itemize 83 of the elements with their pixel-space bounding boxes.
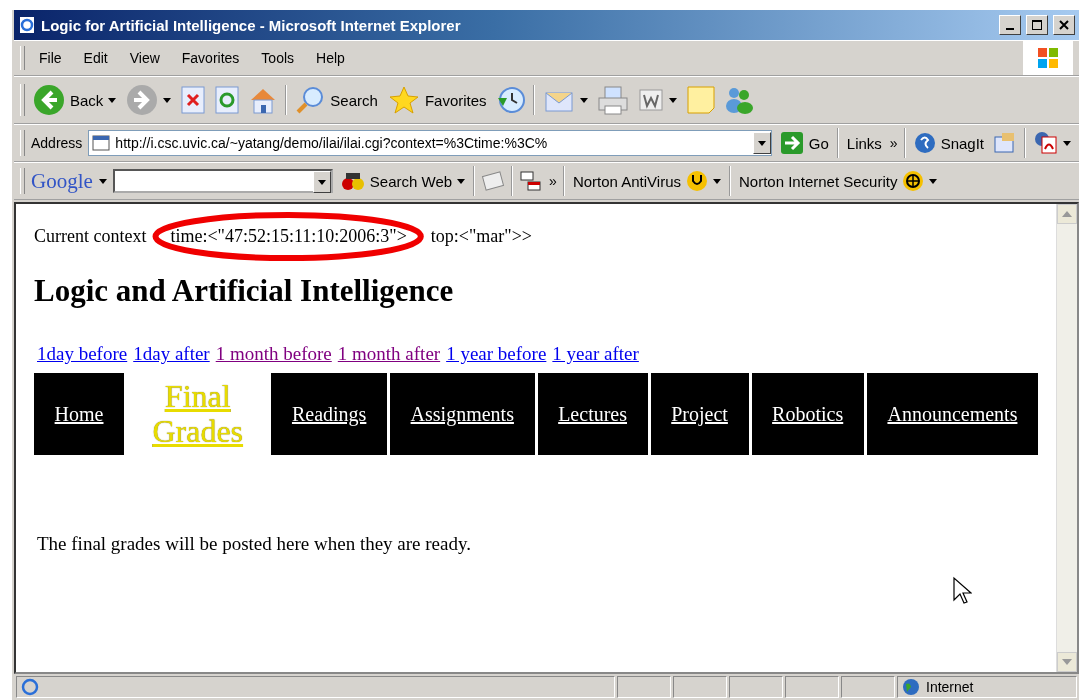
nav-tab[interactable]: Home [34,373,125,455]
message-text: The final grades will be posted here when they are ready. [37,533,472,555]
dropdown-button[interactable] [312,171,331,193]
globe-icon [902,678,920,696]
window-stack-icon[interactable] [519,170,544,192]
close-icon [1058,19,1070,31]
mouse-cursor-icon [952,576,972,606]
status-pane [841,676,895,698]
go-button[interactable]: Go [777,131,831,155]
window-title: Logic for Artificial Intelligence - Microsoft Internet Explorer [41,16,462,34]
stethoscope-icon [686,170,708,192]
status-pane [729,676,783,698]
date-link[interactable]: 1 month after [337,343,441,365]
search-web-button[interactable]: Search Web [338,170,468,192]
date-link[interactable]: 1day after [133,343,210,365]
minimize-button[interactable] [999,15,1021,35]
caret-icon[interactable] [579,97,588,103]
minimize-icon [1006,28,1014,30]
context-time-text: time:<"47:52:15:11:10:2006:3"> [170,226,407,246]
caret-icon [757,140,766,146]
refresh-icon[interactable] [213,85,242,115]
context-text: Current context [34,226,147,247]
nav-tab[interactable]: Readings [271,373,387,455]
links-button[interactable]: Links [844,134,884,152]
caret-icon[interactable] [108,97,117,103]
menu-item[interactable]: Favorites [173,48,248,68]
date-link[interactable]: 1day before [37,343,128,365]
dropdown-button[interactable] [752,132,771,154]
status-pane [673,676,727,698]
caret-icon[interactable] [457,178,466,184]
menu-item[interactable]: Help [308,48,353,68]
page-heading: Logic and Artificial Intelligence [34,273,455,309]
star-icon [387,85,420,115]
internet-security-button[interactable]: Norton Internet Security [737,170,940,192]
globe-icon [902,170,925,192]
address-label: Address [31,135,83,151]
date-link[interactable]: 1 year before [446,343,547,365]
status-pane [617,676,671,698]
nav-tab[interactable]: Assignments [390,373,535,455]
google-search-field[interactable] [112,169,333,193]
word-document-icon [637,88,664,112]
stop-icon[interactable] [179,85,208,115]
page-icon [92,134,111,152]
menu-item[interactable]: File [31,48,70,68]
search-icon [295,85,326,115]
nav-tab[interactable]: Announcements [866,373,1039,455]
browser-icon [21,678,39,696]
caret-icon[interactable] [163,97,172,103]
nav-tab[interactable]: Lectures [537,373,648,455]
maximize-icon [1031,19,1043,31]
browser-icon [18,16,36,34]
favorites-button[interactable]: Favorites [385,85,489,115]
search-button[interactable]: Search [293,85,380,115]
down-arrow-icon [1062,659,1072,665]
date-link[interactable]: 1 month before [215,343,332,365]
caret-icon [317,179,326,185]
menu-item[interactable]: Tools [253,48,303,68]
chevron-icon[interactable]: » [889,135,898,151]
status-zone-text: Internet [926,679,974,695]
pdf-icon [1034,131,1058,155]
caret-icon[interactable] [1063,140,1071,146]
nav-tab[interactable]: Robotics [751,373,864,455]
up-arrow-icon [1062,211,1072,217]
back-button[interactable]: Back [31,84,119,116]
maximize-button[interactable] [1026,15,1048,35]
address-field[interactable]: http://i.csc.uvic.ca/~yatang/demo/ilai/ilai.cgi?context=%3Ctime:%3C% [88,130,772,156]
chevron-icon[interactable]: » [549,173,557,189]
antivirus-button[interactable]: Norton AntiVirus [570,170,723,192]
caret-icon[interactable] [929,178,938,184]
caret-icon[interactable] [98,178,107,184]
binoculars-icon [340,170,365,192]
menu-item[interactable]: Edit [75,48,116,68]
nav-tab[interactable]: Project [650,373,749,455]
google-logo[interactable]: Google [31,168,93,194]
close-button[interactable] [1053,15,1075,35]
menu-item[interactable]: View [121,48,168,68]
date-link[interactable]: 1 year after [552,343,639,365]
status-pane [785,676,839,698]
snagit-button[interactable]: SnagIt [911,132,986,154]
caret-icon[interactable] [668,97,677,103]
caret-icon[interactable] [713,178,721,184]
pdf-button[interactable] [1032,131,1073,155]
context-topic-text: top:<"mar">> [430,226,532,247]
